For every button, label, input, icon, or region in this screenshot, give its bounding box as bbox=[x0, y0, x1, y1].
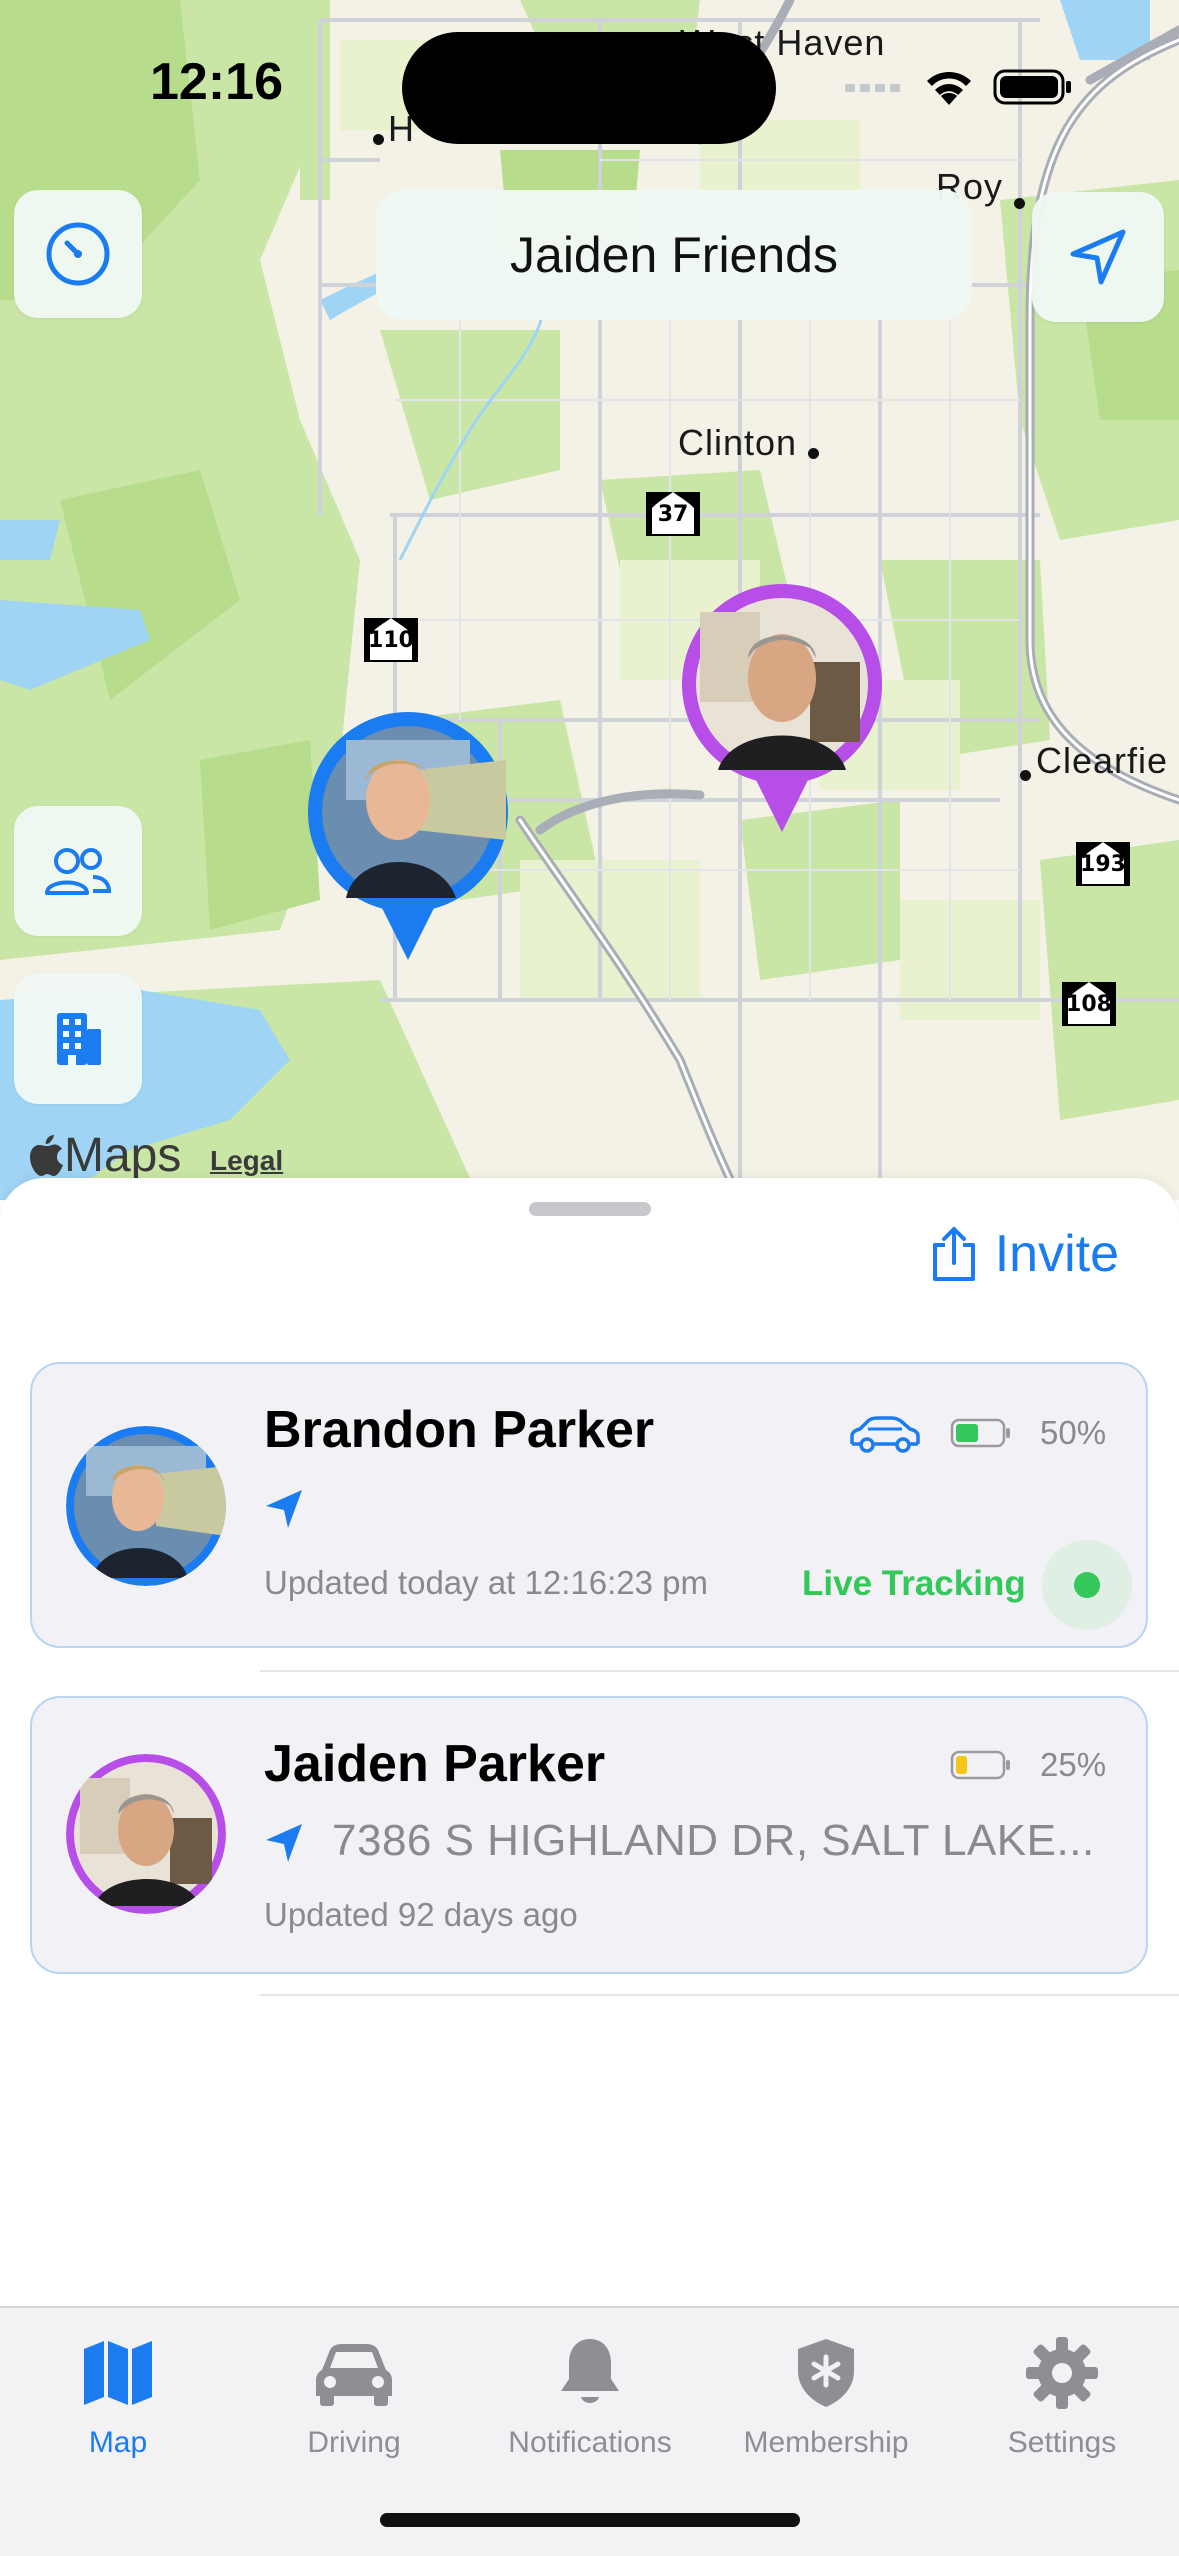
tab-notifications-label: Notifications bbox=[508, 2426, 672, 2459]
home-indicator[interactable] bbox=[380, 2513, 800, 2527]
battery-percent: 25% bbox=[1040, 1746, 1107, 1783]
maps-brand-label: Maps bbox=[64, 1129, 182, 1182]
battery-low-icon bbox=[950, 1750, 1010, 1780]
car-icon bbox=[316, 2344, 392, 2406]
locate-button[interactable] bbox=[1032, 192, 1164, 322]
speedometer-icon bbox=[46, 222, 110, 286]
map-pin-jaiden[interactable] bbox=[680, 582, 884, 843]
map-dot-clearfield bbox=[1020, 770, 1031, 781]
battery-percent: 50% bbox=[1040, 1414, 1107, 1451]
live-indicator-dot bbox=[1074, 1572, 1100, 1598]
highway-shield-108: 108 bbox=[1058, 976, 1120, 1032]
status-icons bbox=[845, 62, 1073, 112]
tab-map-label: Map bbox=[88, 2426, 148, 2459]
gear-icon bbox=[1026, 2337, 1098, 2409]
status-time: 12:16 bbox=[150, 53, 283, 111]
highway-shield-110-label: 110 bbox=[368, 628, 414, 653]
avatar-pin-purple-icon bbox=[682, 584, 882, 832]
bell-icon bbox=[561, 2339, 619, 2403]
dynamic-island bbox=[402, 32, 776, 144]
location-arrow-icon bbox=[1070, 229, 1126, 285]
tab-map[interactable]: Map bbox=[0, 2328, 236, 2460]
places-button[interactable] bbox=[14, 974, 142, 1104]
building-icon bbox=[57, 1013, 101, 1065]
members-button[interactable] bbox=[14, 806, 142, 936]
avatar-brandon bbox=[66, 1426, 226, 1586]
tab-notifications[interactable]: Notifications bbox=[472, 2328, 708, 2460]
member-card-brandon[interactable]: Brandon Parker 50% Updated today at 12:1… bbox=[30, 1362, 1148, 1648]
map-view[interactable]: West Haven H Roy Clinton Clearfie 37 110… bbox=[0, 0, 1179, 1200]
tab-membership[interactable]: Membership bbox=[708, 2328, 944, 2460]
member-address: 7386 S HIGHLAND DR, SALT LAKE... bbox=[332, 1816, 1095, 1865]
member-name: Jaiden Parker bbox=[264, 1735, 606, 1793]
sheet-grabber[interactable] bbox=[529, 1202, 651, 1216]
share-icon bbox=[932, 1227, 975, 1281]
group-title[interactable]: Jaiden Friends bbox=[376, 190, 972, 320]
highway-shield-193: 193 bbox=[1072, 836, 1134, 892]
apple-logo-icon bbox=[30, 1134, 63, 1176]
map-dot-h bbox=[373, 134, 384, 145]
tab-settings[interactable]: Settings bbox=[944, 2328, 1179, 2460]
avatar-jaiden bbox=[66, 1754, 226, 1914]
avatar-photo-jaiden bbox=[66, 1754, 226, 1914]
invite-button[interactable]: Invite bbox=[929, 1224, 1119, 1284]
apple-maps-attribution: Maps bbox=[28, 1128, 181, 1183]
highway-shield-37: 37 bbox=[642, 486, 704, 542]
members-sheet: Invite Brandon Parker 50% Updated today … bbox=[0, 1178, 1179, 2308]
map-label-clearfield: Clearfie bbox=[1036, 740, 1169, 781]
invite-label: Invite bbox=[994, 1225, 1119, 1283]
list-divider bbox=[260, 1994, 1179, 1996]
people-icon bbox=[45, 848, 112, 895]
live-tracking-status: Live Tracking bbox=[802, 1564, 1026, 1603]
location-arrow-filled-icon bbox=[266, 1824, 302, 1862]
cellular-signal-icon bbox=[845, 84, 900, 92]
shield-star-icon bbox=[798, 2339, 854, 2407]
highway-shield-37-label: 37 bbox=[657, 502, 689, 527]
highway-shield-108-label: 108 bbox=[1066, 992, 1112, 1017]
location-arrow-filled-icon bbox=[266, 1490, 302, 1528]
map-icon bbox=[84, 2341, 152, 2405]
member-name: Brandon Parker bbox=[264, 1401, 655, 1459]
car-icon bbox=[850, 1416, 920, 1453]
list-divider bbox=[260, 1670, 1179, 1672]
tab-driving[interactable]: Driving bbox=[236, 2328, 472, 2460]
avatar-pin-blue-icon bbox=[308, 712, 508, 960]
tab-driving-label: Driving bbox=[307, 2426, 401, 2459]
map-pin-brandon[interactable] bbox=[306, 710, 510, 971]
tab-settings-label: Settings bbox=[1007, 2426, 1117, 2459]
map-label-clinton: Clinton bbox=[678, 422, 798, 463]
last-updated: Updated today at 12:16:23 pm bbox=[264, 1564, 708, 1601]
tab-membership-label: Membership bbox=[743, 2426, 909, 2459]
wifi-icon bbox=[927, 72, 971, 105]
avatar-photo-brandon bbox=[66, 1426, 226, 1586]
last-updated: Updated 92 days ago bbox=[264, 1896, 578, 1933]
highway-shield-110: 110 bbox=[360, 612, 422, 668]
map-dot-clinton bbox=[808, 448, 819, 459]
highway-shield-193-label: 193 bbox=[1080, 852, 1126, 877]
member-card-jaiden[interactable]: Jaiden Parker 25% 7386 S HIGHLAND DR, SA… bbox=[30, 1696, 1148, 1974]
battery-icon bbox=[993, 69, 1071, 105]
legal-link[interactable]: Legal bbox=[210, 1145, 283, 1177]
map-dot-roy bbox=[1014, 198, 1025, 209]
battery-half-icon bbox=[950, 1418, 1010, 1448]
speedometer-button[interactable] bbox=[14, 190, 142, 318]
